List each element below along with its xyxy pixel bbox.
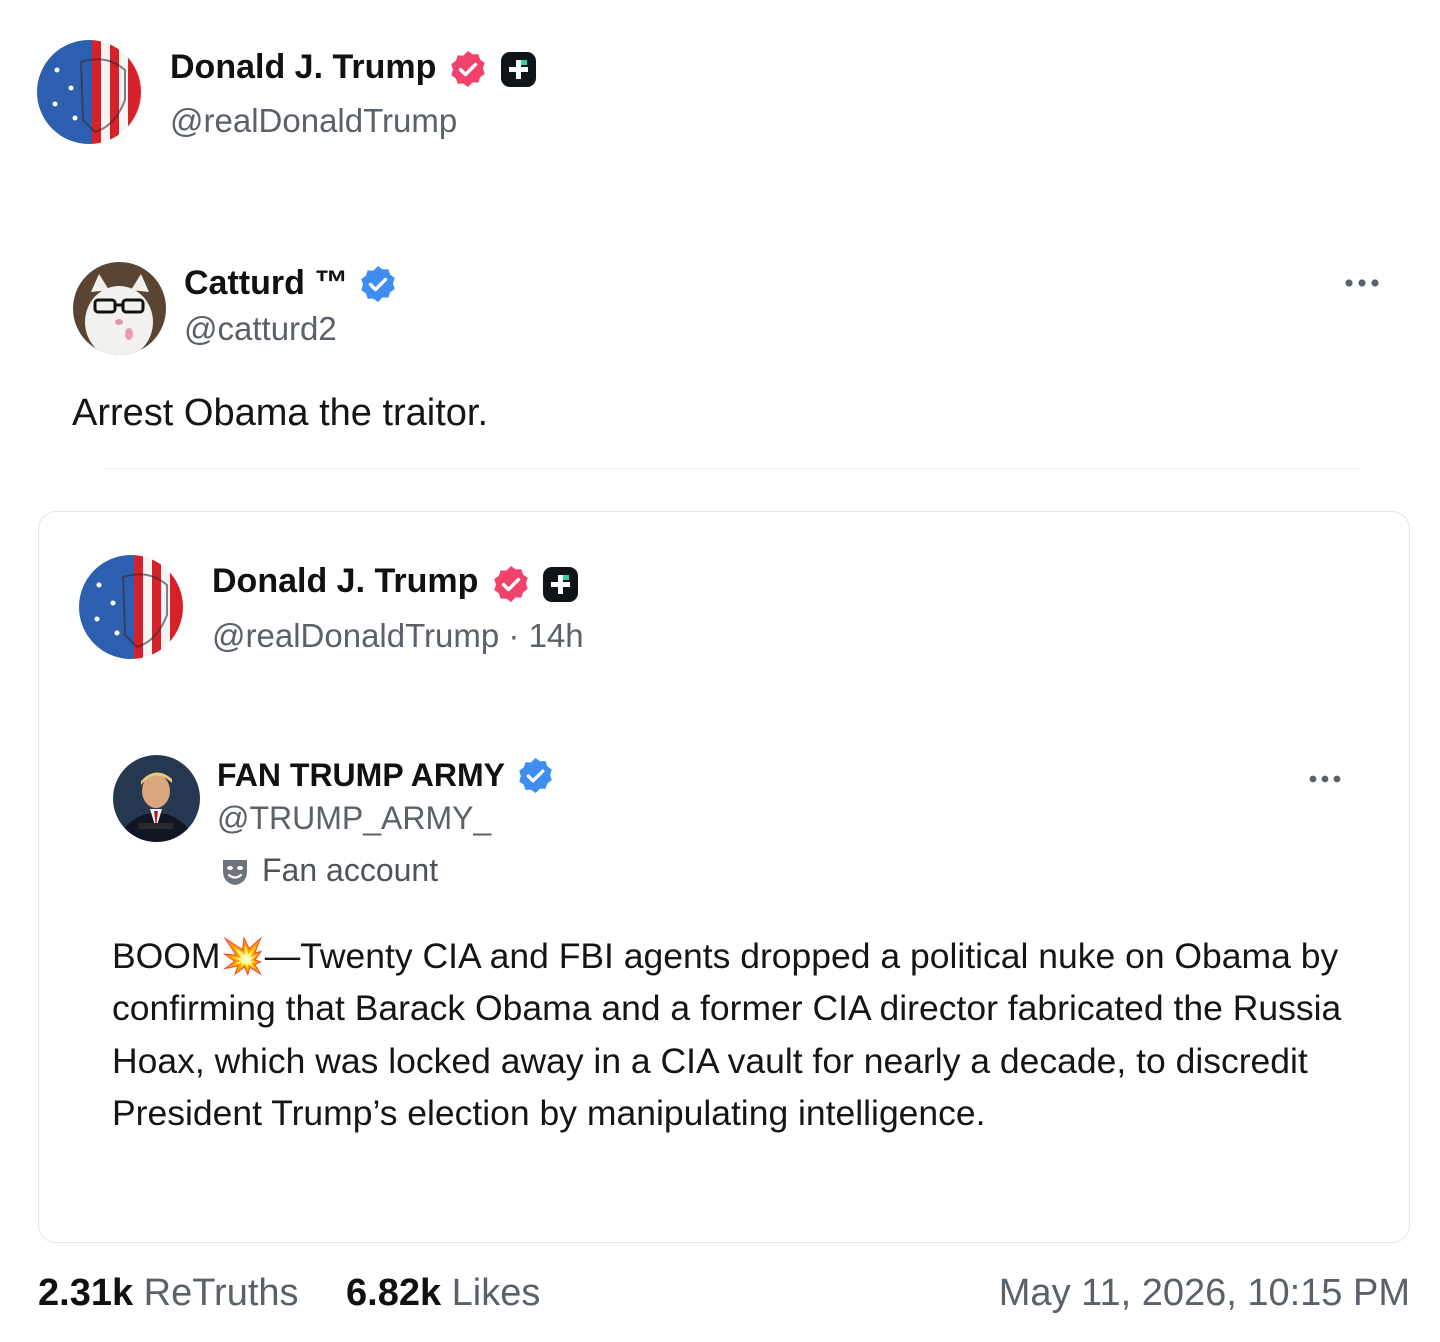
likes-stat[interactable]: 6.82k Likes: [346, 1272, 540, 1315]
retruth-author-handle[interactable]: @catturd2: [184, 310, 337, 348]
likes-count: 6.82k: [346, 1272, 442, 1314]
retruth-author-name[interactable]: Catturd ™: [184, 264, 348, 303]
verified-icon: [358, 264, 398, 304]
more-options-icon[interactable]: [1344, 262, 1380, 296]
fan-account-label: Fan account: [262, 852, 439, 888]
likes-label: Likes: [451, 1272, 541, 1314]
truth-verified-icon: [448, 49, 488, 89]
inner-author-handle[interactable]: @TRUMP_ARMY_: [217, 800, 491, 837]
plus-member-icon: [500, 51, 537, 88]
quote-time[interactable]: 14h: [529, 617, 584, 654]
verified-icon: [516, 756, 555, 795]
truth-verified-icon: [491, 564, 531, 604]
author-avatar[interactable]: [37, 40, 141, 144]
text-body: —Twenty CIA and FBI agents dropped a pol…: [112, 936, 1342, 1133]
author-name[interactable]: Donald J. Trump: [170, 48, 436, 87]
plus-member-icon: [542, 566, 579, 603]
more-options-icon[interactable]: [1308, 771, 1342, 789]
retruth-text: Arrest Obama the traitor.: [72, 392, 489, 434]
theater-mask-icon: [219, 855, 251, 887]
author-handle[interactable]: @realDonaldTrump: [170, 102, 457, 140]
text-prefix: BOOM: [112, 936, 221, 976]
post-timestamp: May 11, 2026, 10:15 PM: [998, 1272, 1410, 1314]
time-separator: ·: [508, 617, 520, 654]
inner-author-avatar[interactable]: [113, 755, 200, 842]
quote-author-handle[interactable]: @realDonaldTrump: [212, 617, 499, 654]
retruths-count: 2.31k: [38, 1272, 134, 1314]
retruths-stat[interactable]: 2.31k ReTruths: [38, 1272, 299, 1315]
quote-author-avatar[interactable]: [79, 555, 183, 659]
quote-author-name[interactable]: Donald J. Trump: [212, 562, 478, 601]
catturd-avatar[interactable]: [73, 262, 166, 355]
collision-emoji-icon: 💥: [220, 936, 265, 976]
inner-post-text: BOOM💥—Twenty CIA and FBI agents dropped …: [112, 930, 1352, 1139]
inner-author-name[interactable]: FAN TRUMP ARMY: [217, 757, 505, 794]
retruths-label: ReTruths: [143, 1272, 299, 1314]
divider: [105, 468, 1360, 469]
quote-author-meta: @realDonaldTrump · 14h: [212, 617, 584, 655]
